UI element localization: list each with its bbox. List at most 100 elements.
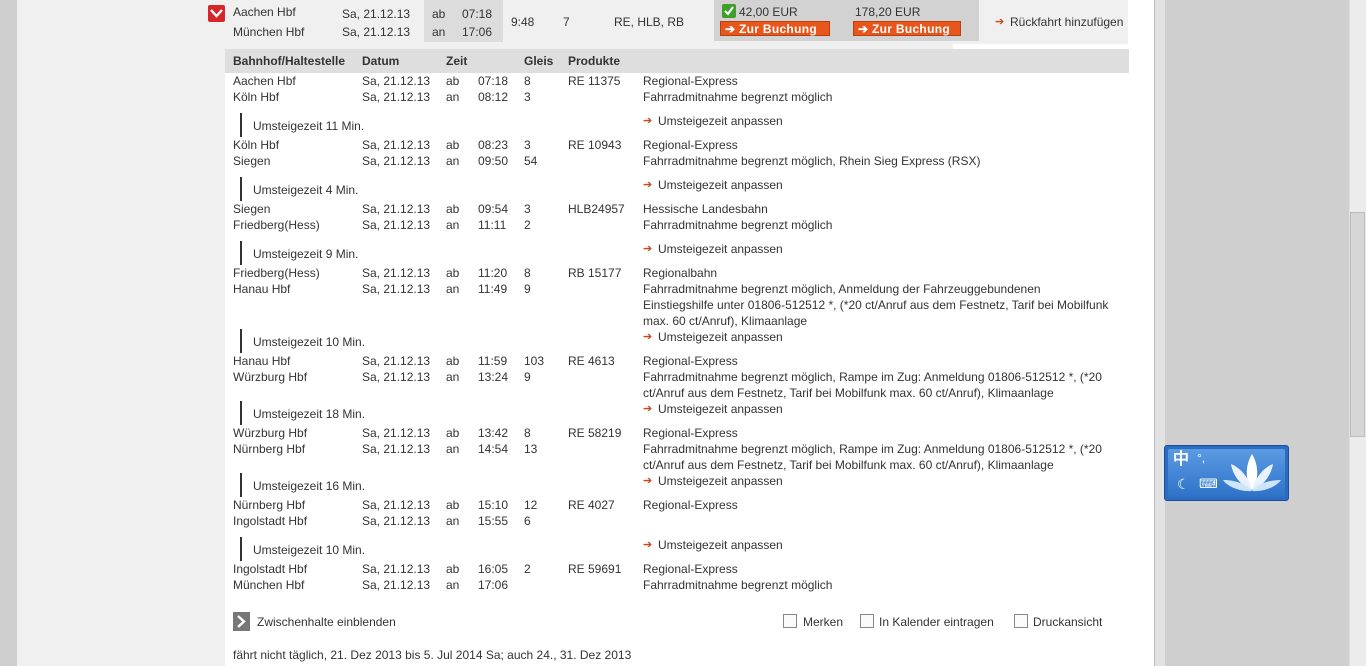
collapse-details-button[interactable]	[208, 5, 225, 22]
leg-arr-station[interactable]: Hanau Hbf	[233, 281, 290, 297]
leg-arr-platform: 2	[524, 218, 531, 232]
adjust-transfer-link[interactable]: Umsteigezeit anpassen	[658, 537, 783, 553]
leg-train-type: Hessische Landesbahn	[643, 202, 768, 216]
arrow-right-icon: ➔	[643, 475, 653, 487]
leg-arr-station[interactable]: Ingolstadt Hbf	[233, 513, 307, 529]
leg-train-type: Regional-Express	[643, 138, 738, 152]
details-header-row	[225, 49, 1129, 73]
leg-train[interactable]: RE 4027	[568, 497, 615, 513]
leg-dep-date: Sa, 21.12.13	[362, 266, 431, 280]
print-icon[interactable]	[1014, 614, 1028, 628]
leg-train-type: Regional-Express	[643, 426, 738, 440]
price-flex: 178,20 EUR	[855, 5, 921, 19]
leg-dep-time: 07:18	[478, 74, 509, 88]
summary-from-station: Aachen Hbf	[233, 5, 296, 19]
leg-train-type: Regional-Express	[643, 74, 738, 88]
col-station: Bahnhof/Haltestelle	[233, 54, 346, 68]
leg-arr-station[interactable]: Würzburg Hbf	[233, 369, 307, 385]
adjust-transfer-link[interactable]: Umsteigezeit anpassen	[658, 401, 783, 417]
leg-dep-time: 11:59	[478, 354, 508, 368]
leg-info-line: Fahrradmitnahme begrenzt möglich	[643, 218, 833, 232]
leg-dep-platform: 12	[524, 498, 538, 512]
leg-dep-label: ab	[446, 202, 460, 216]
leg-train[interactable]: RE 59691	[568, 561, 621, 577]
summary-duration: 9:48	[511, 15, 535, 29]
leg-dep-label: ab	[446, 138, 460, 152]
remember-link[interactable]: Merken	[803, 614, 843, 630]
leg-dep-station[interactable]: Friedberg(Hess)	[233, 265, 320, 281]
leg-arr-label: an	[446, 218, 460, 232]
calendar-link[interactable]: In Kalender eintragen	[879, 614, 994, 630]
leg-arr-platform: 13	[524, 442, 538, 456]
leg-dep-platform: 3	[524, 138, 531, 152]
leg-dep-label: ab	[446, 74, 460, 88]
leg-arr-label: an	[446, 90, 460, 104]
transfer-time: Umsteigezeit 11 Min.	[253, 119, 365, 133]
leg-dep-station[interactable]: Würzburg Hbf	[233, 425, 307, 441]
transfer-divider	[240, 177, 242, 201]
adjust-transfer-link[interactable]: Umsteigezeit anpassen	[658, 241, 783, 257]
moon-icon[interactable]: ☾	[1177, 476, 1190, 492]
leg-arr-station[interactable]: Friedberg(Hess)	[233, 217, 320, 233]
leg-arr-station[interactable]: Köln Hbf	[233, 89, 279, 105]
leg-dep-station[interactable]: Siegen	[233, 201, 270, 217]
leg-dep-time: 09:54	[478, 202, 509, 216]
adjust-transfer-link[interactable]: Umsteigezeit anpassen	[658, 473, 783, 489]
leg-arr-station[interactable]: Nürnberg Hbf	[233, 441, 305, 457]
adjust-transfer-link[interactable]: Umsteigezeit anpassen	[658, 329, 783, 345]
leg-arr-date: Sa, 21.12.13	[362, 514, 431, 528]
book-flex-button[interactable]: ➔ Zur Buchung	[853, 21, 961, 36]
transfer-divider	[240, 473, 242, 497]
book-saver-button[interactable]: ➔ Zur Buchung	[720, 21, 830, 36]
leg-arr-time: 08:12	[478, 90, 509, 104]
summary-arr-date: Sa, 21.12.13	[342, 25, 411, 39]
leg-info-line: ct/Anruf aus dem Festnetz, Tarif bei Mob…	[643, 386, 1054, 400]
show-stops-button[interactable]	[233, 612, 250, 631]
leg-dep-station[interactable]: Ingolstadt Hbf	[233, 561, 307, 577]
leg-arr-time: 13:24	[478, 370, 509, 384]
transfer-time: Umsteigezeit 10 Min.	[253, 335, 366, 349]
scrollbar-thumb[interactable]	[1350, 212, 1365, 437]
leg-train[interactable]: RB 15177	[568, 265, 621, 281]
leg-arr-label: an	[446, 514, 460, 528]
leg-dep-station[interactable]: Aachen Hbf	[233, 73, 296, 89]
ime-punctuation-mode[interactable]: °,	[1197, 450, 1205, 466]
leg-arr-time: 11:11	[478, 218, 507, 232]
add-return-link[interactable]: Rückfahrt hinzufügen	[1010, 14, 1123, 30]
transfer-time: Umsteigezeit 10 Min.	[253, 543, 366, 557]
leg-arr-time: 17:06	[478, 578, 509, 592]
leg-dep-date: Sa, 21.12.13	[362, 498, 431, 512]
leg-train[interactable]: RE 10943	[568, 137, 621, 153]
leg-info-line: Fahrradmitnahme begrenzt möglich	[643, 578, 833, 592]
leg-dep-label: ab	[446, 498, 460, 512]
leg-dep-date: Sa, 21.12.13	[362, 426, 431, 440]
arrow-right-icon: ➔	[643, 179, 653, 191]
leg-train[interactable]: HLB24957	[568, 201, 625, 217]
arrow-right-icon: ➔	[858, 22, 869, 36]
bookmark-icon[interactable]	[783, 614, 797, 628]
adjust-transfer-link[interactable]: Umsteigezeit anpassen	[658, 177, 783, 193]
transfer-time: Umsteigezeit 4 Min.	[253, 183, 359, 197]
leg-arr-station[interactable]: München Hbf	[233, 577, 304, 593]
print-link[interactable]: Druckansicht	[1033, 614, 1102, 630]
leg-train[interactable]: RE 58219	[568, 425, 621, 441]
leg-dep-date: Sa, 21.12.13	[362, 354, 431, 368]
ime-toolbar[interactable]: 中 °, ☾ ⌨	[1164, 445, 1289, 501]
show-stops-link[interactable]: Zwischenhalte einblenden	[257, 614, 396, 630]
leg-dep-station[interactable]: Köln Hbf	[233, 137, 279, 153]
leg-train[interactable]: RE 11375	[568, 73, 620, 89]
transfer-time: Umsteigezeit 18 Min.	[253, 407, 366, 421]
leg-arr-date: Sa, 21.12.13	[362, 370, 431, 384]
keyboard-icon[interactable]: ⌨	[1199, 476, 1218, 492]
book-flex-label: Zur Buchung	[872, 22, 950, 36]
leg-dep-station[interactable]: Nürnberg Hbf	[233, 497, 305, 513]
leg-dep-station[interactable]: Hanau Hbf	[233, 353, 290, 369]
leg-train[interactable]: RE 4613	[568, 353, 615, 369]
leg-arr-date: Sa, 21.12.13	[362, 90, 431, 104]
leg-arr-label: an	[446, 282, 460, 296]
ime-chinese-mode[interactable]: 中	[1173, 452, 1189, 468]
leg-arr-station[interactable]: Siegen	[233, 153, 270, 169]
calendar-icon[interactable]	[860, 614, 874, 628]
service-note: fährt nicht täglich, 21. Dez 2013 bis 5.…	[233, 648, 632, 662]
adjust-transfer-link[interactable]: Umsteigezeit anpassen	[658, 113, 783, 129]
